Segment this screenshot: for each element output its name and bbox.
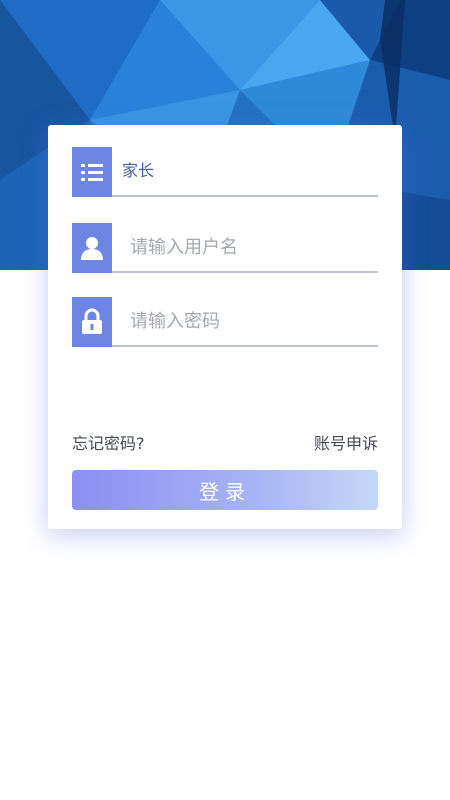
role-value: 家长	[122, 161, 155, 180]
role-select[interactable]: 家长	[72, 147, 378, 197]
lock-icon	[72, 297, 112, 347]
field-underline	[112, 345, 378, 347]
login-button[interactable]: 登录	[72, 470, 378, 510]
field-underline	[112, 271, 378, 273]
field-underline	[112, 195, 378, 197]
user-icon	[72, 223, 112, 273]
login-card: 家长 忘记密码? 账号申诉 登录	[48, 125, 402, 529]
password-field	[72, 297, 378, 347]
username-input[interactable]	[130, 223, 370, 271]
account-appeal-link[interactable]: 账号申诉	[314, 430, 378, 454]
username-field	[72, 223, 378, 273]
forgot-password-link[interactable]: 忘记密码?	[72, 430, 145, 454]
password-input[interactable]	[130, 297, 370, 345]
list-icon	[72, 147, 112, 197]
